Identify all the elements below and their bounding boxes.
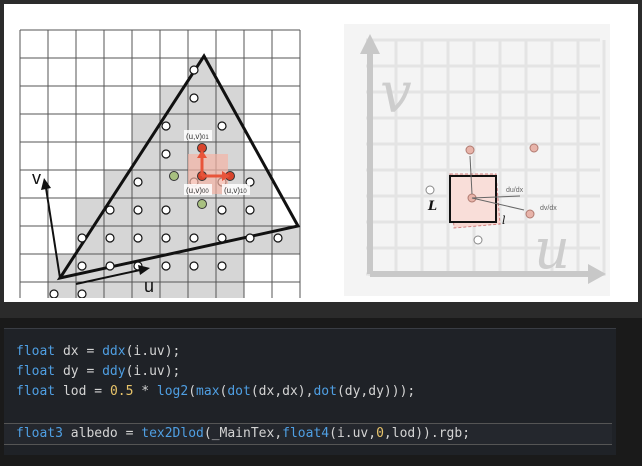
code-token: (_MainTex, xyxy=(203,426,283,441)
sample-dot xyxy=(133,177,143,187)
code-token: albedo = xyxy=(62,426,142,441)
sample-dot xyxy=(217,205,227,215)
dudx-label: du/dx xyxy=(506,187,524,194)
figure: (u,v)01 (u,v)00 (u,v)10 v u v u du/dx dv… xyxy=(4,4,638,302)
sample-top-right xyxy=(529,143,539,153)
sample-dot xyxy=(161,233,171,243)
code-line-3: float lod = 0.5 * log2(max(dot(dx,dx),do… xyxy=(16,383,415,401)
code-line-4: float3 albedo = tex2Dlod(_MainTex,float4… xyxy=(16,425,470,443)
sample-dot xyxy=(77,233,87,243)
code-token: float3 xyxy=(16,426,63,441)
sample-dot xyxy=(161,205,171,215)
code-token: (dx,dx), xyxy=(250,384,314,399)
sample-dot xyxy=(245,205,255,215)
covered-cell xyxy=(160,282,188,298)
code-token: dx = xyxy=(55,344,103,359)
sample-dot xyxy=(77,289,87,298)
sample-dot xyxy=(161,261,171,271)
code-line-1: float dx = ddx(i.uv); xyxy=(16,343,180,361)
sample-bottom xyxy=(473,235,483,245)
sample-dot xyxy=(49,289,59,298)
v-axis-arrowhead xyxy=(41,178,51,190)
code-token: float xyxy=(16,384,56,399)
sample-green-dot xyxy=(197,199,207,209)
u-axis-label: u xyxy=(534,217,570,282)
sample-dot xyxy=(161,149,171,159)
code-token: ,lod)).rgb; xyxy=(383,426,471,441)
sample-dot xyxy=(217,261,227,271)
sample-left xyxy=(425,185,435,195)
sample-dot xyxy=(133,205,143,215)
code-token: log2 xyxy=(156,384,189,399)
sample-dot xyxy=(105,261,115,271)
dvdx-label: dv/dx xyxy=(540,205,557,212)
sample-green-dot xyxy=(169,171,179,181)
footprint-diagram: v u du/dx dv/dx L l xyxy=(344,24,610,296)
sample-dot xyxy=(105,205,115,215)
sample-dot xyxy=(217,121,227,131)
code-token: (i.uv, xyxy=(329,426,377,441)
sample-dot xyxy=(189,65,199,75)
code-token: 0.5 xyxy=(109,384,134,399)
code-token: ddy xyxy=(102,364,126,379)
code-token: float4 xyxy=(282,426,330,441)
code-token: float xyxy=(16,344,56,359)
code-token: ddx xyxy=(102,344,126,359)
code-token: tex2Dlod xyxy=(141,426,204,441)
u-axis-label: u xyxy=(144,276,154,296)
sample-dot xyxy=(189,233,199,243)
triangle-raster-diagram: (u,v)01 (u,v)00 (u,v)10 v u xyxy=(19,29,301,298)
sample-dot xyxy=(105,233,115,243)
sample-dot xyxy=(273,233,283,243)
sample-dot xyxy=(161,121,171,131)
code-token: (i.uv); xyxy=(125,344,181,359)
covered-cell xyxy=(76,198,104,226)
covered-cell xyxy=(188,282,216,298)
code-token: max xyxy=(196,384,220,399)
v-axis-label: v xyxy=(380,61,412,126)
code-token: ( xyxy=(188,384,197,399)
l-label: l xyxy=(502,214,506,227)
sample-right xyxy=(525,209,535,219)
sample-dot xyxy=(245,233,255,243)
code-token: (i.uv); xyxy=(125,364,181,379)
code-token: dot xyxy=(313,384,337,399)
code-token: dy = xyxy=(55,364,103,379)
code-token: 0 xyxy=(376,426,384,441)
covered-cell xyxy=(216,282,244,298)
sample-top-left xyxy=(465,145,475,155)
code-token: dot xyxy=(227,384,251,399)
code-editor: float dx = ddx(i.uv); float dy = ddy(i.u… xyxy=(4,328,616,455)
covered-cell xyxy=(104,282,132,298)
code-panel: float dx = ddx(i.uv); float dy = ddy(i.u… xyxy=(0,318,642,466)
v-axis-label: v xyxy=(32,168,41,188)
code-token: lod = xyxy=(55,384,110,399)
code-token: (dy,dy))); xyxy=(336,384,416,399)
sample-dot xyxy=(217,233,227,243)
code-line-2: float dy = ddy(i.uv); xyxy=(16,363,180,381)
code-token: * xyxy=(133,384,157,399)
code-token: float xyxy=(16,364,56,379)
sample-dot xyxy=(189,93,199,103)
sample-dot xyxy=(133,233,143,243)
L-label: L xyxy=(427,199,437,214)
sample-dot xyxy=(77,261,87,271)
sample-dot xyxy=(189,261,199,271)
